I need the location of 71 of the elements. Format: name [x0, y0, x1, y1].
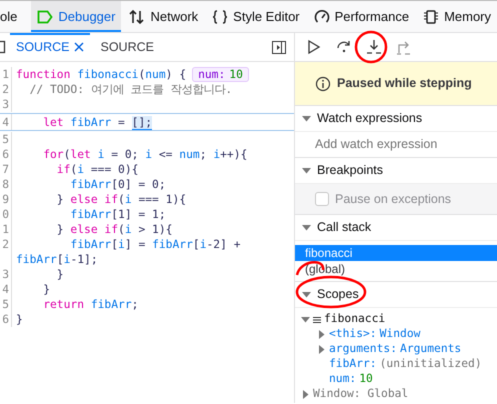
line-number: 4 — [0, 114, 12, 130]
variable-name: arguments: — [329, 341, 398, 358]
line-number: 3 — [0, 97, 12, 112]
step-out-icon — [396, 39, 412, 55]
line-number: 6 — [0, 312, 12, 327]
devtools-tab[interactable]: ole — [0, 1, 24, 32]
code-line: fibArr[0] = 0; — [69, 177, 166, 192]
code-line: for(let i = 0; i <= num; i++){ — [42, 147, 248, 162]
line-number: 2 — [0, 82, 12, 97]
line-number: 1 — [0, 67, 12, 82]
variable-name: num: — [329, 371, 356, 388]
gauge-icon — [314, 8, 330, 24]
step-in-icon — [366, 39, 382, 55]
code-line: } else if(i === 1){ — [56, 192, 186, 207]
checkbox[interactable] — [315, 192, 329, 206]
close-icon — [74, 42, 84, 52]
braces-icon — [212, 8, 228, 24]
code-line: } else if(i > 1){ — [56, 222, 172, 237]
scope-name[interactable]: Window: Global — [313, 386, 408, 403]
line-number: 3 — [0, 267, 12, 282]
code-line: } — [15, 312, 23, 327]
watch-expression-field[interactable]: Add watch expression — [295, 131, 497, 157]
memory-chip-icon — [423, 8, 440, 24]
code-line: } — [56, 267, 64, 282]
devtools-tab[interactable]: Memory — [417, 1, 497, 32]
scope-name[interactable]: fibonacci — [324, 311, 386, 328]
code-line: fibArr[i-1]; — [15, 252, 98, 267]
line-number: 7 — [0, 162, 12, 177]
annotation-circle — [354, 30, 388, 64]
sidebar-toggle-icon — [272, 40, 286, 54]
line-number: 9 — [0, 192, 12, 207]
devtools-tab[interactable]: Debugger — [31, 1, 122, 32]
scope-lines-icon — [313, 316, 321, 324]
variable-value: Arguments — [400, 341, 462, 358]
variable-name: <this>: — [329, 326, 377, 342]
info-icon — [315, 76, 331, 92]
code-line: } — [42, 282, 50, 297]
step-over-icon — [336, 39, 352, 55]
checkbox-label: Pause on exceptions — [335, 190, 452, 208]
variable-value: 10 — [359, 371, 373, 388]
inline-value-preview: num: 10 — [192, 67, 249, 82]
code-line: // TODO: 여기에 코드를 작성합니다. — [28, 82, 232, 97]
call-stack-frame[interactable]: fibonacci — [295, 245, 497, 261]
code-line: fibArr[i] = fibArr[i-2] + — [69, 237, 241, 252]
variable-value: Window — [380, 326, 420, 342]
line-number: 8 — [0, 177, 12, 192]
code-line: let fibArr = []; — [42, 115, 152, 130]
line-number: 2 — [0, 237, 12, 252]
debugger-tag-icon — [37, 8, 54, 24]
arrows-up-down-icon — [129, 8, 146, 24]
source-tab[interactable]: SOURCE — [10, 32, 90, 62]
devtools-tab[interactable]: Performance — [308, 1, 416, 32]
pause-message: Paused while stepping — [337, 75, 472, 92]
panel-toggle-icon — [0, 40, 6, 54]
variable-name: fibArr: — [329, 356, 377, 372]
line-number: 4 — [0, 282, 12, 297]
play-icon — [306, 39, 322, 55]
line-number: 0 — [0, 207, 12, 222]
line-number: 5 — [0, 297, 12, 312]
line-number: 6 — [0, 147, 12, 162]
call-stack-frame[interactable]: (global) — [295, 261, 497, 277]
devtools-tab[interactable]: Style Editor — [206, 1, 306, 32]
source-tab[interactable]: SOURCE — [94, 32, 160, 62]
code-line: fibArr[1] = 1; — [69, 207, 166, 222]
line-number: 5 — [0, 132, 12, 147]
devtools-tab[interactable]: Network — [123, 1, 204, 32]
code-line: if(i === 0){ — [56, 162, 138, 177]
line-number: 1 — [0, 222, 12, 237]
variable-value: (uninitialized) — [380, 356, 482, 372]
code-line: return fibArr; — [42, 297, 138, 312]
code-line: function fibonacci(num) { — [15, 67, 186, 82]
